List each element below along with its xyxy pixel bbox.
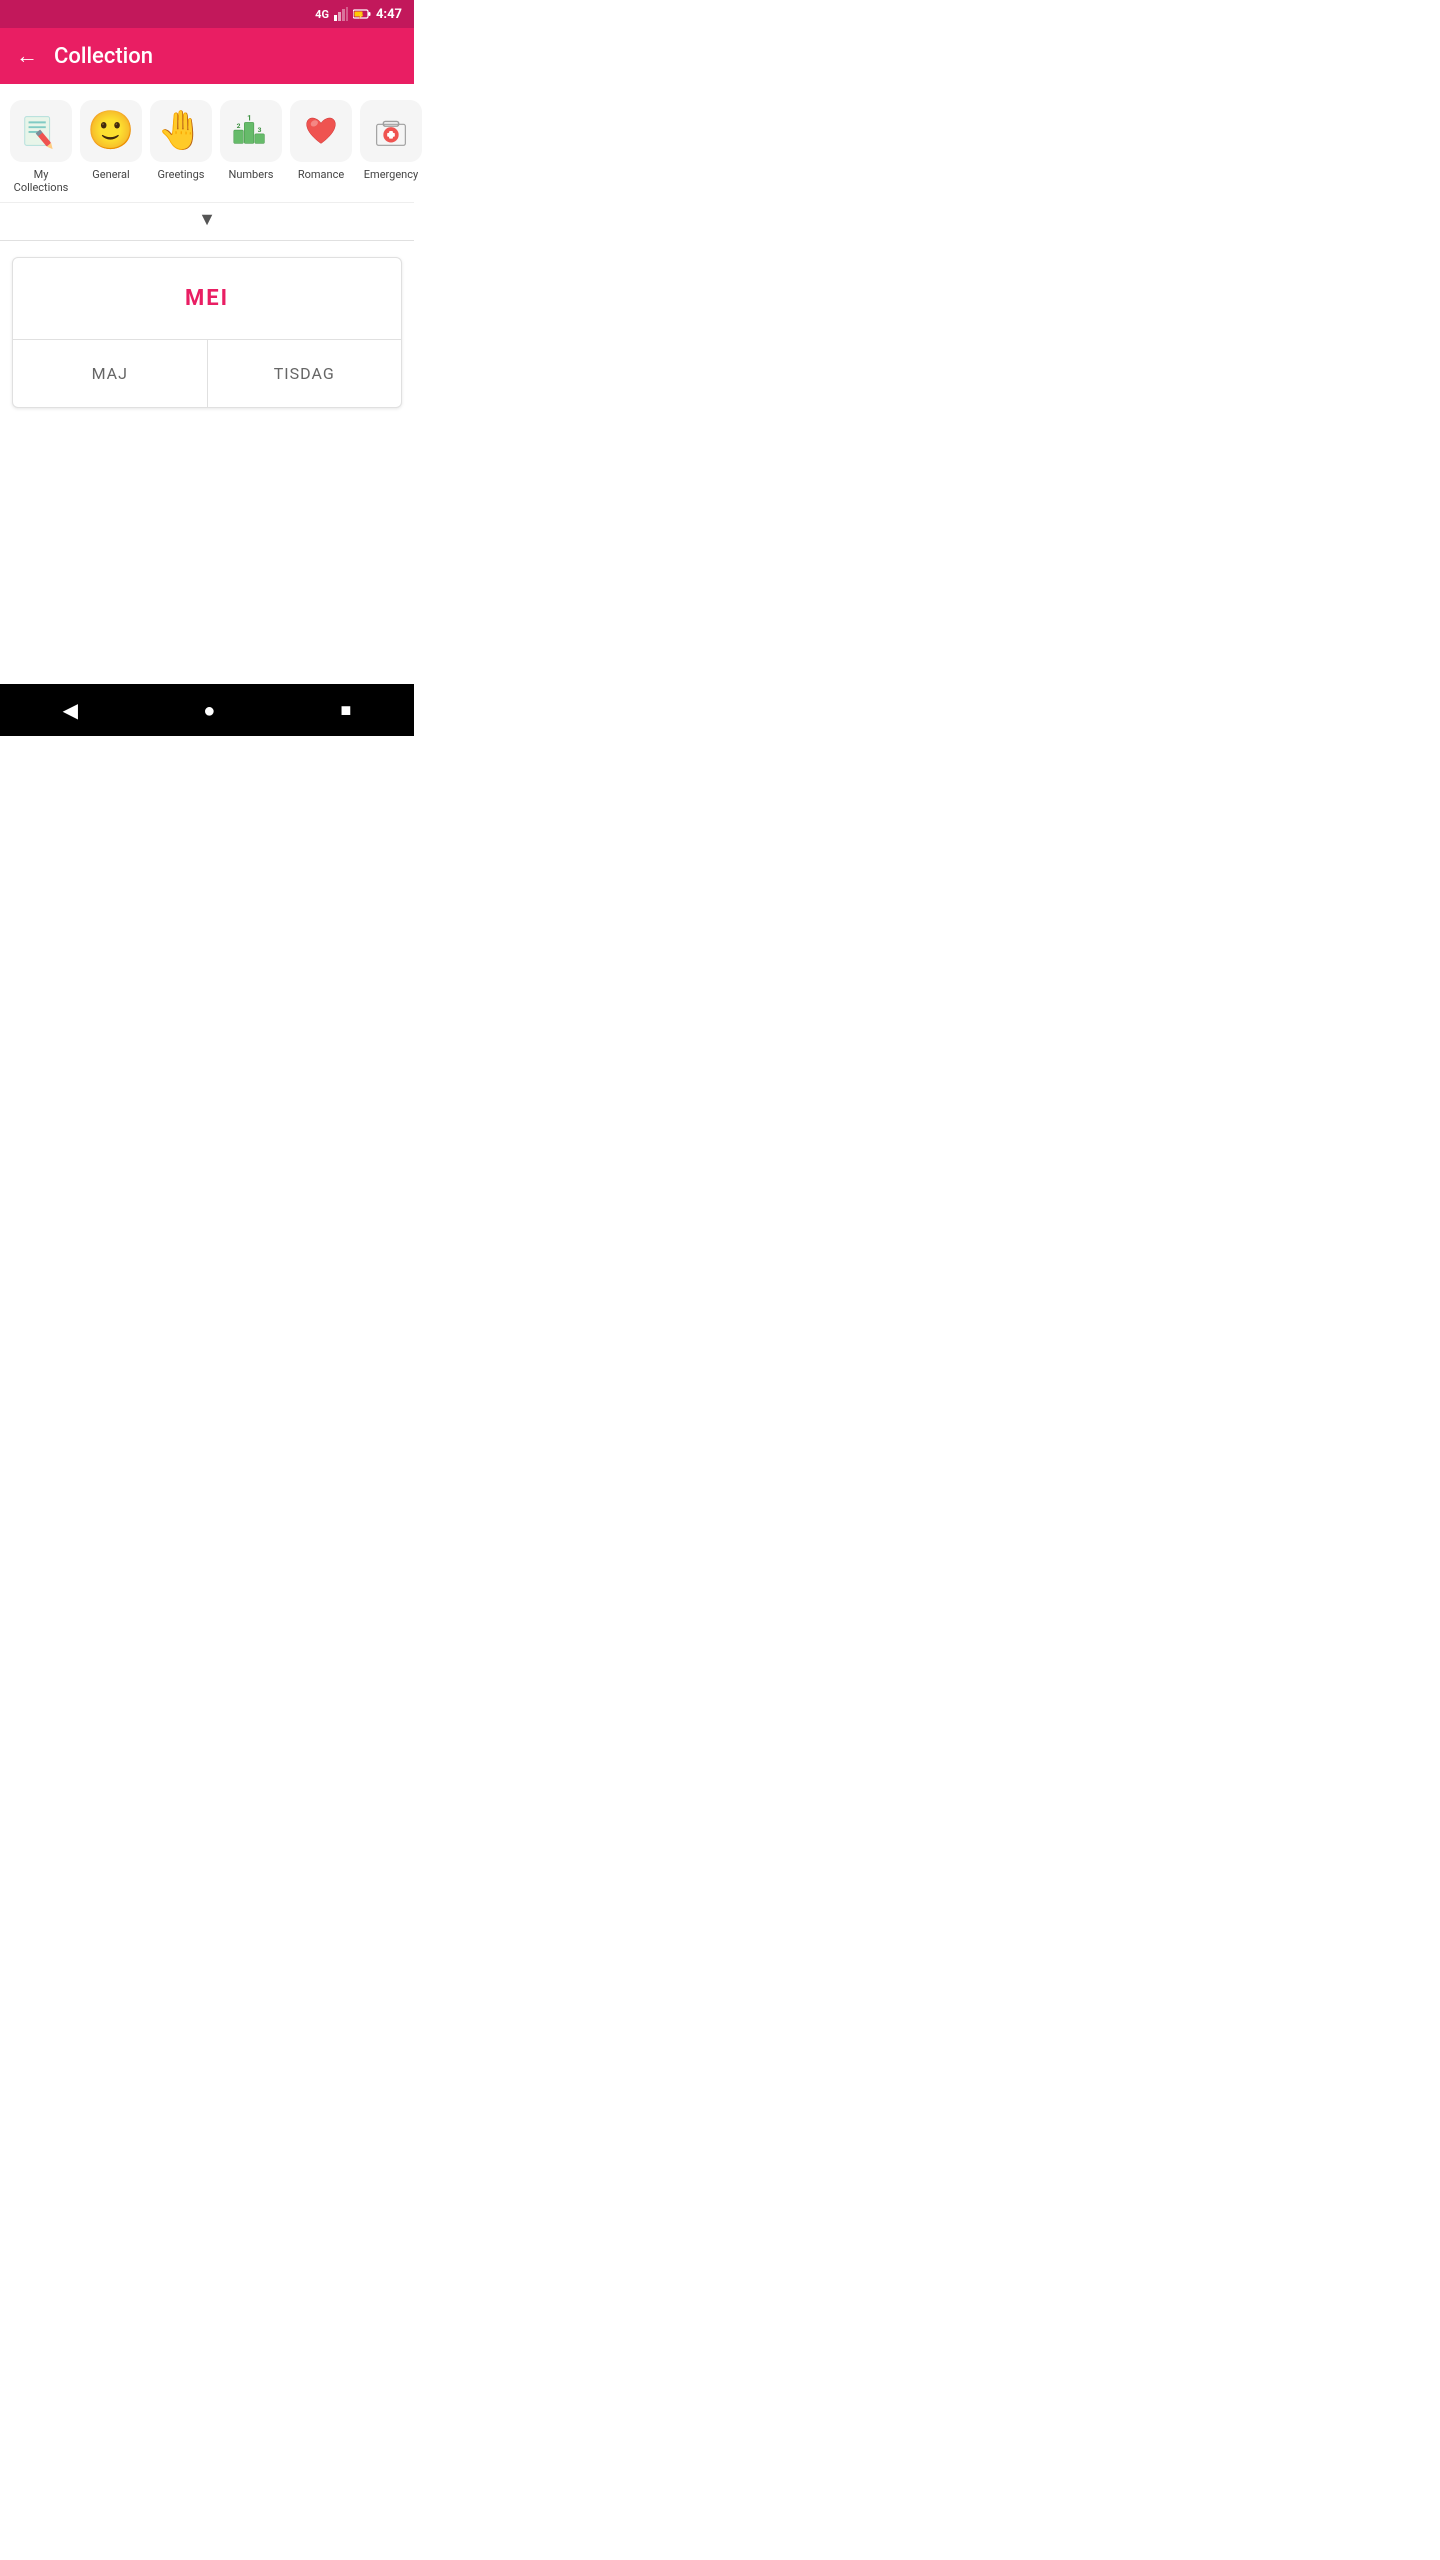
emergency-icon-wrapper — [360, 100, 422, 162]
my-collections-icon-wrapper — [10, 100, 72, 162]
back-button[interactable]: ← — [16, 43, 38, 69]
category-bar: My Collections 🙂 General 🤚 Greetings 1 2… — [0, 84, 414, 203]
general-icon: 🙂 — [89, 109, 133, 153]
romance-icon — [299, 109, 343, 153]
expand-row[interactable]: ▼ — [0, 203, 414, 241]
nav-bar: ◀ ● ■ — [0, 684, 414, 736]
app-bar: ← Collection — [0, 28, 414, 84]
network-icon: 4G — [315, 8, 329, 21]
numbers-icon-wrapper: 1 2 3 — [220, 100, 282, 162]
my-collections-icon — [19, 109, 63, 153]
card-header[interactable]: MEI — [13, 258, 401, 340]
category-label-greetings: Greetings — [158, 168, 205, 181]
card-footer-left[interactable]: MAJ — [13, 340, 208, 407]
nav-recent-button[interactable]: ■ — [340, 700, 351, 721]
romance-icon-wrapper — [290, 100, 352, 162]
app-title: Collection — [54, 44, 153, 69]
category-label-my-collections: My Collections — [8, 168, 74, 194]
category-label-general: General — [92, 168, 129, 181]
card-footer: MAJ TISDAG — [13, 340, 401, 407]
category-item-romance[interactable]: Romance — [288, 100, 354, 181]
category-label-romance: Romance — [298, 168, 344, 181]
numbers-icon: 1 2 3 — [229, 109, 273, 153]
nav-back-button[interactable]: ◀ — [63, 698, 78, 722]
category-item-emergency[interactable]: Emergency — [358, 100, 424, 181]
svg-text:⚡: ⚡ — [357, 12, 364, 20]
general-icon-wrapper: 🙂 — [80, 100, 142, 162]
category-item-my-collections[interactable]: My Collections — [8, 100, 74, 194]
phrase-card: MEI MAJ TISDAG — [12, 257, 402, 408]
svg-text:3: 3 — [258, 126, 262, 134]
greetings-icon-wrapper: 🤚 — [150, 100, 212, 162]
card-main-word: MEI — [185, 286, 229, 311]
signal-icon — [334, 7, 348, 21]
category-item-general[interactable]: 🙂 General — [78, 100, 144, 181]
emergency-icon — [369, 109, 413, 153]
category-item-greetings[interactable]: 🤚 Greetings — [148, 100, 214, 181]
content-area: MEI MAJ TISDAG — [0, 241, 414, 424]
svg-text:2: 2 — [237, 122, 241, 130]
category-label-numbers: Numbers — [229, 168, 274, 181]
status-icons: 4G ⚡ 4:47 — [315, 7, 402, 22]
category-label-emergency: Emergency — [364, 168, 418, 181]
svg-text:1: 1 — [247, 113, 251, 122]
nav-home-button[interactable]: ● — [203, 698, 215, 723]
battery-icon: ⚡ — [353, 8, 371, 20]
greetings-icon: 🤚 — [159, 109, 203, 153]
category-item-numbers[interactable]: 1 2 3 Numbers — [218, 100, 284, 181]
time-display: 4:47 — [376, 7, 402, 22]
card-footer-right[interactable]: TISDAG — [208, 340, 402, 407]
status-bar: 4G ⚡ 4:47 — [0, 0, 414, 28]
chevron-down-icon[interactable]: ▼ — [198, 209, 216, 230]
